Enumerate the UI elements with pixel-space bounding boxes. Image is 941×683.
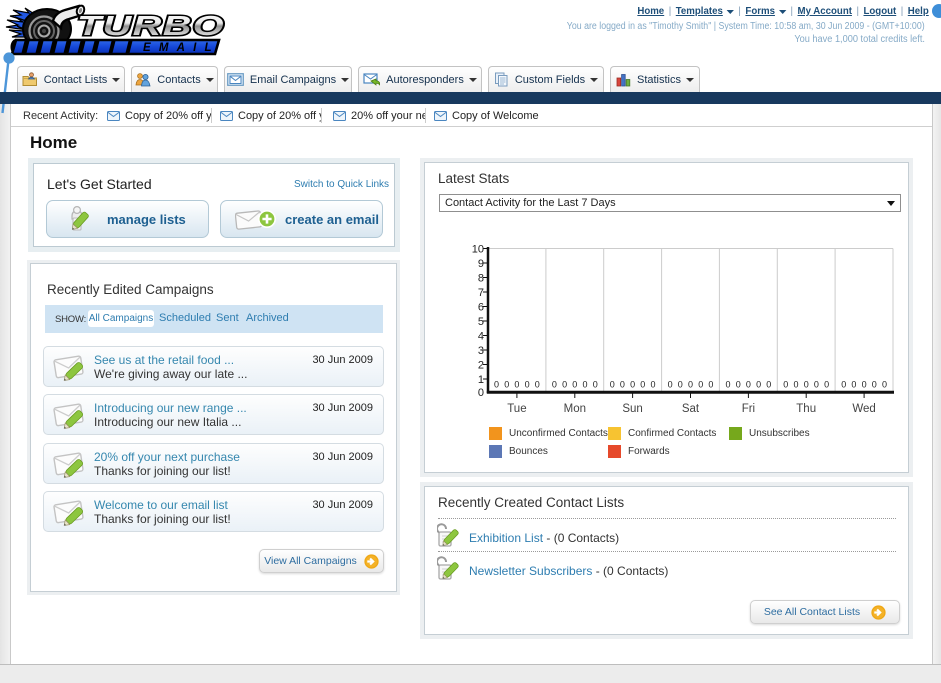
svg-text:1: 1 (478, 374, 484, 386)
svg-text:0: 0 (862, 380, 867, 390)
svg-text:0: 0 (872, 380, 877, 390)
svg-text:Sat: Sat (682, 403, 700, 415)
svg-text:0: 0 (882, 380, 887, 390)
svg-text:0: 0 (824, 380, 829, 390)
svg-text:0: 0 (620, 380, 625, 390)
svg-text:0: 0 (593, 380, 598, 390)
svg-text:EMAIL: EMAIL (143, 42, 220, 54)
svg-text:0: 0 (514, 380, 519, 390)
svg-text:10: 10 (472, 244, 484, 256)
svg-text:0: 0 (783, 380, 788, 390)
svg-text:Fri: Fri (742, 403, 755, 415)
svg-text:9: 9 (478, 258, 484, 270)
svg-text:0: 0 (478, 387, 484, 399)
svg-text:7: 7 (478, 287, 484, 299)
svg-text:0: 0 (746, 380, 751, 390)
svg-text:0: 0 (841, 380, 846, 390)
svg-text:0: 0 (535, 380, 540, 390)
svg-text:Thu: Thu (796, 403, 816, 415)
svg-text:Mon: Mon (564, 403, 586, 415)
svg-text:3: 3 (478, 345, 484, 357)
svg-text:0: 0 (756, 380, 761, 390)
svg-text:0: 0 (562, 380, 567, 390)
svg-text:0: 0 (668, 380, 673, 390)
svg-text:0: 0 (708, 380, 713, 390)
svg-text:0: 0 (851, 380, 856, 390)
svg-text:0: 0 (504, 380, 509, 390)
svg-text:0: 0 (793, 380, 798, 390)
svg-text:0: 0 (610, 380, 615, 390)
svg-text:4: 4 (478, 331, 484, 343)
svg-text:0: 0 (766, 380, 771, 390)
svg-text:0: 0 (650, 380, 655, 390)
svg-text:0: 0 (814, 380, 819, 390)
svg-text:0: 0 (640, 380, 645, 390)
svg-text:Tue: Tue (507, 403, 526, 415)
svg-text:0: 0 (725, 380, 730, 390)
svg-text:0: 0 (582, 380, 587, 390)
svg-text:5: 5 (478, 316, 484, 328)
svg-text:0: 0 (804, 380, 809, 390)
svg-text:TURBO: TURBO (77, 10, 225, 41)
svg-text:Sun: Sun (622, 403, 642, 415)
svg-text:0: 0 (698, 380, 703, 390)
svg-text:Wed: Wed (852, 403, 875, 415)
svg-text:6: 6 (478, 302, 484, 314)
svg-text:0: 0 (525, 380, 530, 390)
svg-text:0: 0 (494, 380, 499, 390)
svg-text:0: 0 (688, 380, 693, 390)
svg-text:0: 0 (572, 380, 577, 390)
svg-text:0: 0 (552, 380, 557, 390)
svg-text:0: 0 (630, 380, 635, 390)
svg-text:8: 8 (478, 273, 484, 285)
svg-text:0: 0 (736, 380, 741, 390)
svg-text:2: 2 (478, 360, 484, 372)
svg-text:0: 0 (678, 380, 683, 390)
